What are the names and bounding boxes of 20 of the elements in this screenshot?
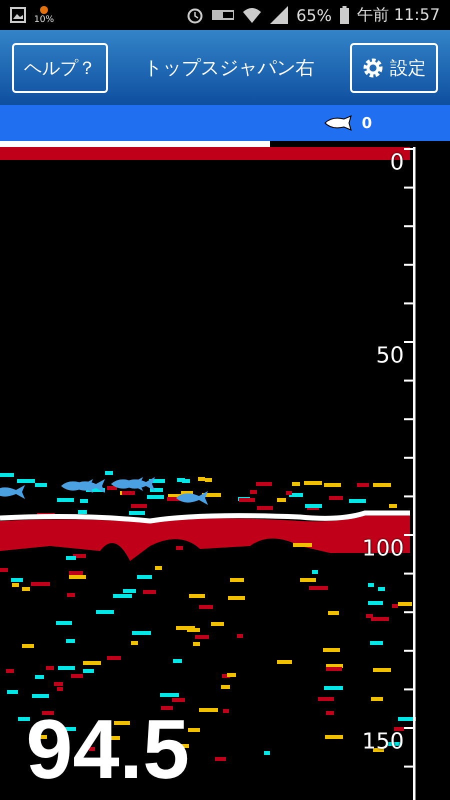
fish-icon: [175, 490, 209, 506]
settings-icon: [362, 56, 384, 78]
screen-title: トップスジャパン右: [142, 56, 316, 80]
settings-button[interactable]: 設定: [350, 42, 438, 92]
weather-percent: 10%: [34, 15, 54, 25]
help-button[interactable]: ヘルプ？: [12, 42, 108, 92]
battery-percent: 65%: [296, 6, 332, 24]
alarm-icon: [186, 6, 204, 24]
fish-count: 0: [362, 114, 372, 132]
battery-icon: [340, 6, 349, 24]
volte-icon: [212, 10, 234, 20]
wifi-icon: [242, 6, 262, 24]
clock: 午前 11:57: [356, 4, 440, 26]
depth-reading: 94.5: [26, 701, 190, 798]
signal-icon: [270, 6, 288, 24]
depth-label: 150: [362, 730, 404, 754]
depth-label: 50: [376, 344, 404, 368]
image-icon: [10, 7, 26, 23]
sun-icon: [39, 5, 49, 15]
fish-icon: [0, 484, 26, 500]
